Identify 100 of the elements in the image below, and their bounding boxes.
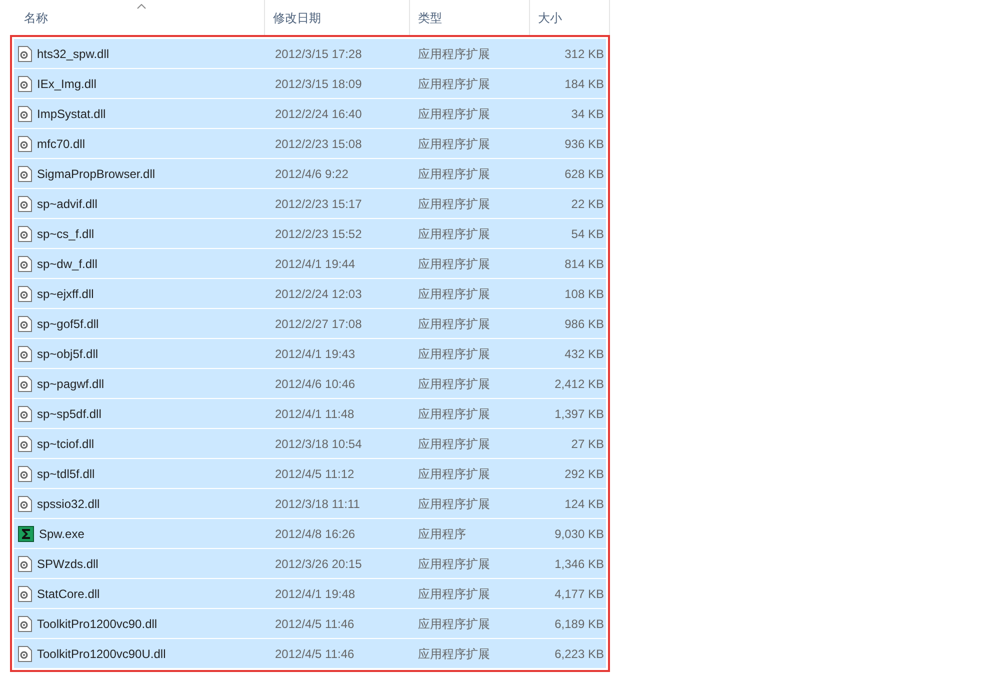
file-name: sp~cs_f.dll — [37, 226, 94, 242]
file-size: 54 KB — [571, 226, 604, 242]
column-header[interactable]: 修改日期 — [265, 0, 410, 35]
gear-file-icon — [18, 556, 32, 572]
file-type: 应用程序扩展 — [418, 256, 490, 270]
file-name: StatCore.dll — [37, 586, 100, 602]
file-row[interactable]: sp~advif.dll 2012/2/23 15:17 应用程序扩展 22 KB — [14, 189, 606, 218]
file-row[interactable]: sp~obj5f.dll 2012/4/1 19:43 应用程序扩展 432 KB — [14, 339, 606, 368]
file-name: SigmaPropBrowser.dll — [37, 166, 156, 182]
gear-file-icon — [18, 166, 32, 182]
file-type: 应用程序扩展 — [418, 586, 490, 600]
file-name: IEx_Img.dll — [37, 76, 96, 92]
gear-file-icon — [18, 316, 32, 332]
modified-date: 2012/4/5 11:46 — [275, 646, 354, 660]
modified-date: 2012/2/23 15:17 — [275, 196, 362, 210]
file-row[interactable]: sp~dw_f.dll 2012/4/1 19:44 应用程序扩展 814 KB — [14, 249, 606, 278]
modified-date: 2012/2/24 16:40 — [275, 106, 362, 120]
file-name: sp~sp5df.dll — [37, 406, 102, 422]
file-type: 应用程序扩展 — [418, 376, 490, 390]
modified-date: 2012/4/5 11:46 — [275, 616, 354, 630]
file-row[interactable]: sp~tdl5f.dll 2012/4/5 11:12 应用程序扩展 292 KB — [14, 459, 606, 488]
file-row[interactable]: ToolkitPro1200vc90.dll 2012/4/5 11:46 应用程序扩展 6,189 KB — [14, 609, 606, 638]
file-row[interactable]: SigmaPropBrowser.dll 2012/4/6 9:22 应用程序扩展 628 KB — [14, 159, 606, 188]
file-name: sp~dw_f.dll — [37, 256, 98, 272]
file-row[interactable]: SPWzds.dll 2012/3/26 20:15 应用程序扩展 1,346 KB — [14, 549, 606, 578]
gear-file-icon — [18, 106, 32, 122]
file-size: 432 KB — [564, 346, 604, 362]
file-type: 应用程序扩展 — [418, 436, 490, 450]
gear-file-icon — [18, 406, 32, 422]
file-size: 1,397 KB — [554, 406, 604, 422]
file-row[interactable]: spssio32.dll 2012/3/18 11:11 应用程序扩展 124 KB — [14, 489, 606, 518]
file-type: 应用程序扩展 — [418, 286, 490, 300]
file-row[interactable]: sp~ejxff.dll 2012/2/24 12:03 应用程序扩展 108 KB — [14, 279, 606, 308]
file-size: 108 KB — [564, 286, 604, 302]
file-name: ToolkitPro1200vc90.dll — [37, 616, 158, 632]
file-size: 34 KB — [571, 106, 604, 122]
file-size: 814 KB — [564, 256, 604, 272]
file-type: 应用程序扩展 — [418, 466, 490, 480]
sigma-app-icon — [18, 526, 34, 542]
file-type: 应用程序扩展 — [418, 46, 490, 60]
column-header[interactable]: 名称 — [10, 0, 265, 35]
gear-file-icon — [18, 616, 32, 632]
file-type: 应用程序扩展 — [418, 646, 490, 660]
column-header[interactable]: 大小 — [530, 0, 610, 35]
gear-file-icon — [18, 436, 32, 452]
modified-date: 2012/3/18 11:11 — [275, 496, 360, 510]
file-name: SPWzds.dll — [37, 556, 98, 572]
modified-date: 2012/4/1 19:44 — [275, 256, 356, 270]
file-type: 应用程序扩展 — [418, 556, 490, 570]
file-size: 628 KB — [564, 166, 604, 182]
file-name: mfc70.dll — [37, 136, 86, 152]
file-size: 27 KB — [571, 436, 604, 452]
column-header[interactable]: 类型 — [410, 0, 530, 35]
modified-date: 2012/4/6 9:22 — [275, 166, 348, 180]
file-size: 2,412 KB — [554, 376, 604, 392]
file-row[interactable]: sp~sp5df.dll 2012/4/1 11:48 应用程序扩展 1,397 KB — [14, 399, 606, 428]
file-size: 6,189 KB — [554, 616, 604, 632]
gear-file-icon — [18, 286, 32, 302]
file-row[interactable]: sp~pagwf.dll 2012/4/6 10:46 应用程序扩展 2,412 KB — [14, 369, 606, 398]
file-row[interactable]: mfc70.dll 2012/2/23 15:08 应用程序扩展 936 KB — [14, 129, 606, 158]
gear-file-icon — [18, 226, 32, 242]
file-size: 4,177 KB — [554, 586, 604, 602]
modified-date: 2012/2/23 15:08 — [275, 136, 362, 150]
file-row[interactable]: Spw.exe 2012/4/8 16:26 应用程序 9,030 KB — [14, 519, 606, 548]
gear-file-icon — [18, 196, 32, 212]
file-name: sp~tdl5f.dll — [37, 466, 95, 482]
file-type: 应用程序 — [418, 526, 466, 540]
file-size: 6,223 KB — [554, 646, 604, 662]
file-type: 应用程序扩展 — [418, 226, 490, 240]
file-size: 124 KB — [564, 496, 604, 512]
file-size: 936 KB — [564, 136, 604, 152]
modified-date: 2012/4/8 16:26 — [275, 526, 356, 540]
modified-date: 2012/4/1 11:48 — [275, 406, 354, 420]
gear-file-icon — [18, 646, 32, 662]
file-type: 应用程序扩展 — [418, 76, 490, 90]
file-row[interactable]: ImpSystat.dll 2012/2/24 16:40 应用程序扩展 34 KB — [14, 99, 606, 128]
file-row[interactable]: IEx_Img.dll 2012/3/15 18:09 应用程序扩展 184 KB — [14, 69, 606, 98]
file-name: sp~obj5f.dll — [37, 346, 98, 362]
file-row[interactable]: hts32_spw.dll 2012/3/15 17:28 应用程序扩展 312 KB — [14, 39, 606, 68]
modified-date: 2012/2/27 17:08 — [275, 316, 362, 330]
file-name: ToolkitPro1200vc90U.dll — [37, 646, 166, 662]
file-size: 184 KB — [564, 76, 604, 92]
gear-file-icon — [18, 376, 32, 392]
modified-date: 2012/3/26 20:15 — [275, 556, 362, 570]
file-type: 应用程序扩展 — [418, 346, 490, 360]
file-row[interactable]: StatCore.dll 2012/4/1 19:48 应用程序扩展 4,177 KB — [14, 579, 606, 608]
file-type: 应用程序扩展 — [418, 196, 490, 210]
file-size: 9,030 KB — [554, 526, 604, 542]
gear-file-icon — [18, 76, 32, 92]
file-size: 22 KB — [571, 196, 604, 212]
file-name: ImpSystat.dll — [37, 106, 106, 122]
modified-date: 2012/4/1 19:48 — [275, 586, 356, 600]
file-row[interactable]: sp~tciof.dll 2012/3/18 10:54 应用程序扩展 27 KB — [14, 429, 606, 458]
file-name: hts32_spw.dll — [37, 46, 110, 62]
file-row[interactable]: sp~cs_f.dll 2012/2/23 15:52 应用程序扩展 54 KB — [14, 219, 606, 248]
modified-date: 2012/2/24 12:03 — [275, 286, 362, 300]
file-row[interactable]: ToolkitPro1200vc90U.dll 2012/4/5 11:46 应用程序扩展 6,223 KB — [14, 639, 606, 668]
modified-date: 2012/3/18 10:54 — [275, 436, 362, 450]
file-size: 312 KB — [564, 46, 604, 62]
file-row[interactable]: sp~gof5f.dll 2012/2/27 17:08 应用程序扩展 986 KB — [14, 309, 606, 338]
